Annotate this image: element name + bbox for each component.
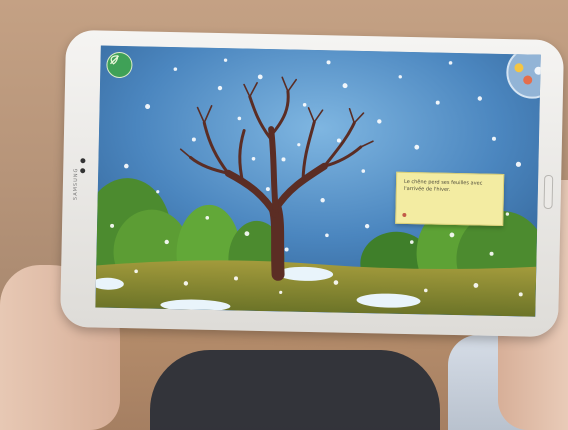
home-button[interactable]	[543, 174, 554, 210]
front-camera-icon	[80, 158, 86, 164]
tooltip-marker-icon	[402, 212, 407, 217]
green-leaf-icon	[110, 55, 120, 65]
autumn-icon[interactable]	[523, 75, 533, 85]
info-tooltip: Le chêne perd ses feuilles avec l'arrivé…	[395, 171, 505, 227]
brand-text: SAMSUNG	[72, 167, 80, 201]
dark-lap-area	[150, 350, 440, 430]
photo-scene: SAMSUNG Le chêne perd ses feuilles avec …	[0, 0, 568, 430]
snow-icon[interactable]	[534, 66, 541, 75]
tooltip-text: Le chêne perd ses feuilles avec l'arrivé…	[403, 178, 483, 193]
sensor-icon	[80, 168, 86, 174]
sun-icon[interactable]	[514, 63, 524, 73]
app-screen[interactable]: Le chêne perd ses feuilles avec l'arrivé…	[95, 45, 541, 317]
tablet-device: SAMSUNG Le chêne perd ses feuilles avec …	[59, 29, 565, 338]
